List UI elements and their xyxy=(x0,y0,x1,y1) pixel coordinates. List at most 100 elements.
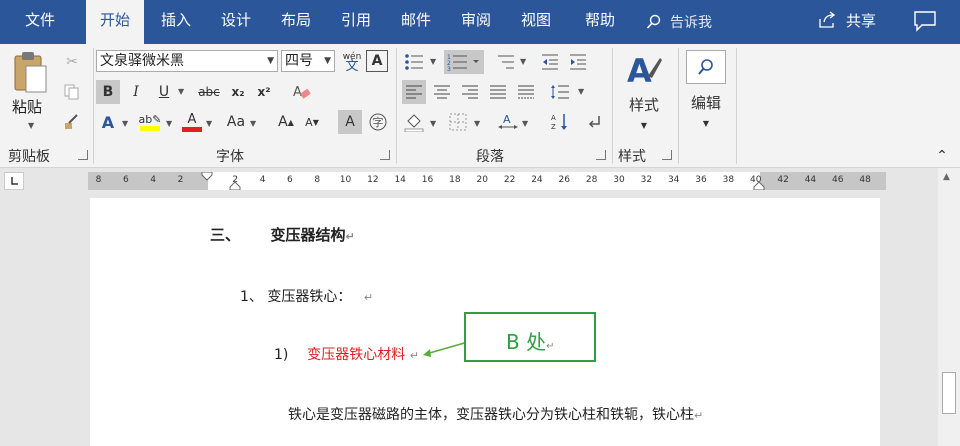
char-shading-button[interactable]: A xyxy=(338,110,362,134)
chevron-down-icon: ▼ xyxy=(324,56,331,66)
italic-button[interactable]: I xyxy=(124,80,148,104)
font-size-combo[interactable]: 四号 ▼ xyxy=(281,50,335,72)
scrollbar-thumb[interactable] xyxy=(942,372,956,414)
highlighter-icon: ab✎ xyxy=(138,112,162,126)
paragraph-mark-icon: ↵ xyxy=(363,291,374,304)
ruler-number: 28 xyxy=(585,175,598,185)
show-marks-button[interactable] xyxy=(582,110,606,134)
highlight-button[interactable]: ab✎ xyxy=(138,110,162,134)
paragraph-launcher-icon[interactable] xyxy=(596,150,606,160)
callout-textbox[interactable]: B 处↵ xyxy=(464,312,596,362)
text-effects-button[interactable]: A xyxy=(96,110,120,134)
shrink-font-button[interactable]: A ▼ xyxy=(300,110,324,134)
svg-text:A: A xyxy=(627,52,652,90)
subheading-text: 1、 变压器铁心： xyxy=(240,289,352,305)
tab-view[interactable]: 视图 xyxy=(510,0,562,44)
tell-me-search[interactable]: 告诉我 xyxy=(646,0,712,44)
font-launcher-icon[interactable] xyxy=(380,150,390,160)
chevron-down-icon: ▼ xyxy=(520,57,527,66)
font-group-label: 字体 xyxy=(216,149,244,165)
change-case-button[interactable]: Aa xyxy=(222,110,250,134)
strikethrough-button[interactable]: abc xyxy=(194,80,224,104)
paragraph-mark-icon: ↵ xyxy=(345,230,355,243)
tab-review[interactable]: 审阅 xyxy=(450,0,502,44)
decrease-indent-button[interactable] xyxy=(538,50,562,74)
chevron-down-icon: ▼ xyxy=(522,119,529,128)
tab-selector[interactable] xyxy=(4,172,24,190)
distributed-icon xyxy=(518,85,534,99)
superscript-button[interactable]: x² xyxy=(252,80,276,104)
tab-references[interactable]: 引用 xyxy=(330,0,382,44)
group-divider xyxy=(678,48,679,164)
paste-button[interactable] xyxy=(8,50,52,94)
increase-indent-button[interactable] xyxy=(566,50,590,74)
enclose-char-icon: 字 xyxy=(369,113,387,131)
chevron-down-icon: ▼ xyxy=(28,121,35,130)
tab-insert[interactable]: 插入 xyxy=(150,0,202,44)
align-left-button[interactable] xyxy=(402,80,426,104)
clear-formatting-button[interactable]: A xyxy=(290,80,314,104)
tell-me-placeholder: 告诉我 xyxy=(670,15,712,31)
document-page[interactable]: 三、 变压器结构↵ 1、 变压器铁心： ↵ 1) 变压器铁心材料 ↵ B 处↵ … xyxy=(90,198,880,446)
cut-button[interactable]: ✂ xyxy=(60,50,84,74)
copy-icon xyxy=(64,84,79,100)
styles-label: 样式 xyxy=(628,96,659,114)
font-color-bar xyxy=(182,126,202,132)
enclose-characters-button[interactable]: 字 xyxy=(366,110,390,134)
grow-font-button[interactable]: A ▲ xyxy=(274,110,298,134)
align-right-button[interactable] xyxy=(458,80,482,104)
chevron-down-icon: ▼ xyxy=(166,119,173,128)
char-spacing-button[interactable]: A xyxy=(496,110,520,134)
ruler-number: 8 xyxy=(314,175,321,185)
styles-button[interactable]: A 样式 ▼ xyxy=(622,50,666,130)
copy-button[interactable] xyxy=(60,80,84,104)
styles-launcher-icon[interactable] xyxy=(662,150,672,160)
scroll-up-icon[interactable]: ▲ xyxy=(943,172,950,182)
line-spacing-button[interactable] xyxy=(548,80,572,104)
bullets-button[interactable] xyxy=(402,50,426,74)
shading-button[interactable] xyxy=(402,110,426,134)
editing-button[interactable]: 编辑 ▼ xyxy=(684,50,728,130)
tab-home[interactable]: 开始 xyxy=(86,0,144,44)
clipboard-launcher-icon[interactable] xyxy=(78,150,88,160)
svg-text:A: A xyxy=(551,114,556,122)
justify-button[interactable] xyxy=(486,80,510,104)
tab-mailings[interactable]: 邮件 xyxy=(390,0,442,44)
callout-text: B 处↵ xyxy=(506,330,555,354)
collapse-ribbon-button[interactable]: ⌃ xyxy=(930,144,954,168)
tab-help[interactable]: 帮助 xyxy=(574,0,626,44)
distributed-button[interactable] xyxy=(514,80,538,104)
font-color-button[interactable]: A xyxy=(180,110,204,134)
first-line-indent-marker-icon[interactable] xyxy=(200,172,214,190)
svg-text:A: A xyxy=(293,85,302,100)
align-center-button[interactable] xyxy=(430,80,454,104)
multilevel-list-button[interactable] xyxy=(494,50,518,74)
underline-button[interactable]: U xyxy=(152,80,176,104)
phonetic-guide-button[interactable]: wén 文 xyxy=(340,50,364,74)
share-button[interactable]: 共享 xyxy=(818,0,876,40)
chevron-down-icon: ▼ xyxy=(122,119,129,128)
char-shading-icon: A xyxy=(345,114,355,130)
highlight-color-bar xyxy=(140,125,160,131)
borders-button[interactable] xyxy=(446,110,470,134)
horizontal-ruler[interactable]: 8 6 4 2 2 4 6 8 10 12 14 16 18 20 22 24 26 28 30 32 34 36 38 40… xyxy=(88,172,886,190)
sort-button[interactable]: AZ xyxy=(548,110,572,134)
format-painter-button[interactable] xyxy=(60,110,84,134)
bold-button[interactable]: B xyxy=(96,80,120,104)
subscript-button[interactable]: x₂ xyxy=(226,80,250,104)
chevron-down-icon: ▼ xyxy=(206,119,213,128)
ruler-number: 20 xyxy=(476,175,488,185)
hanging-indent-marker-icon[interactable] xyxy=(228,180,242,190)
numbering-button[interactable]: 123 xyxy=(444,50,484,74)
char-border-button[interactable]: A xyxy=(366,50,388,72)
right-indent-marker-icon[interactable] xyxy=(752,180,766,190)
tab-layout[interactable]: 布局 xyxy=(270,0,322,44)
tab-design[interactable]: 设计 xyxy=(210,0,262,44)
left-tab-icon xyxy=(11,177,18,185)
comments-button[interactable] xyxy=(912,10,938,32)
font-name-combo[interactable]: 文泉驿微米黑 ▼ xyxy=(96,50,278,72)
tab-file[interactable]: 文件 xyxy=(10,0,70,44)
ruler-number: 48 xyxy=(859,175,871,185)
paragraph-mark-icon: ↵ xyxy=(409,349,419,362)
ruler-number: 18 xyxy=(449,175,461,185)
